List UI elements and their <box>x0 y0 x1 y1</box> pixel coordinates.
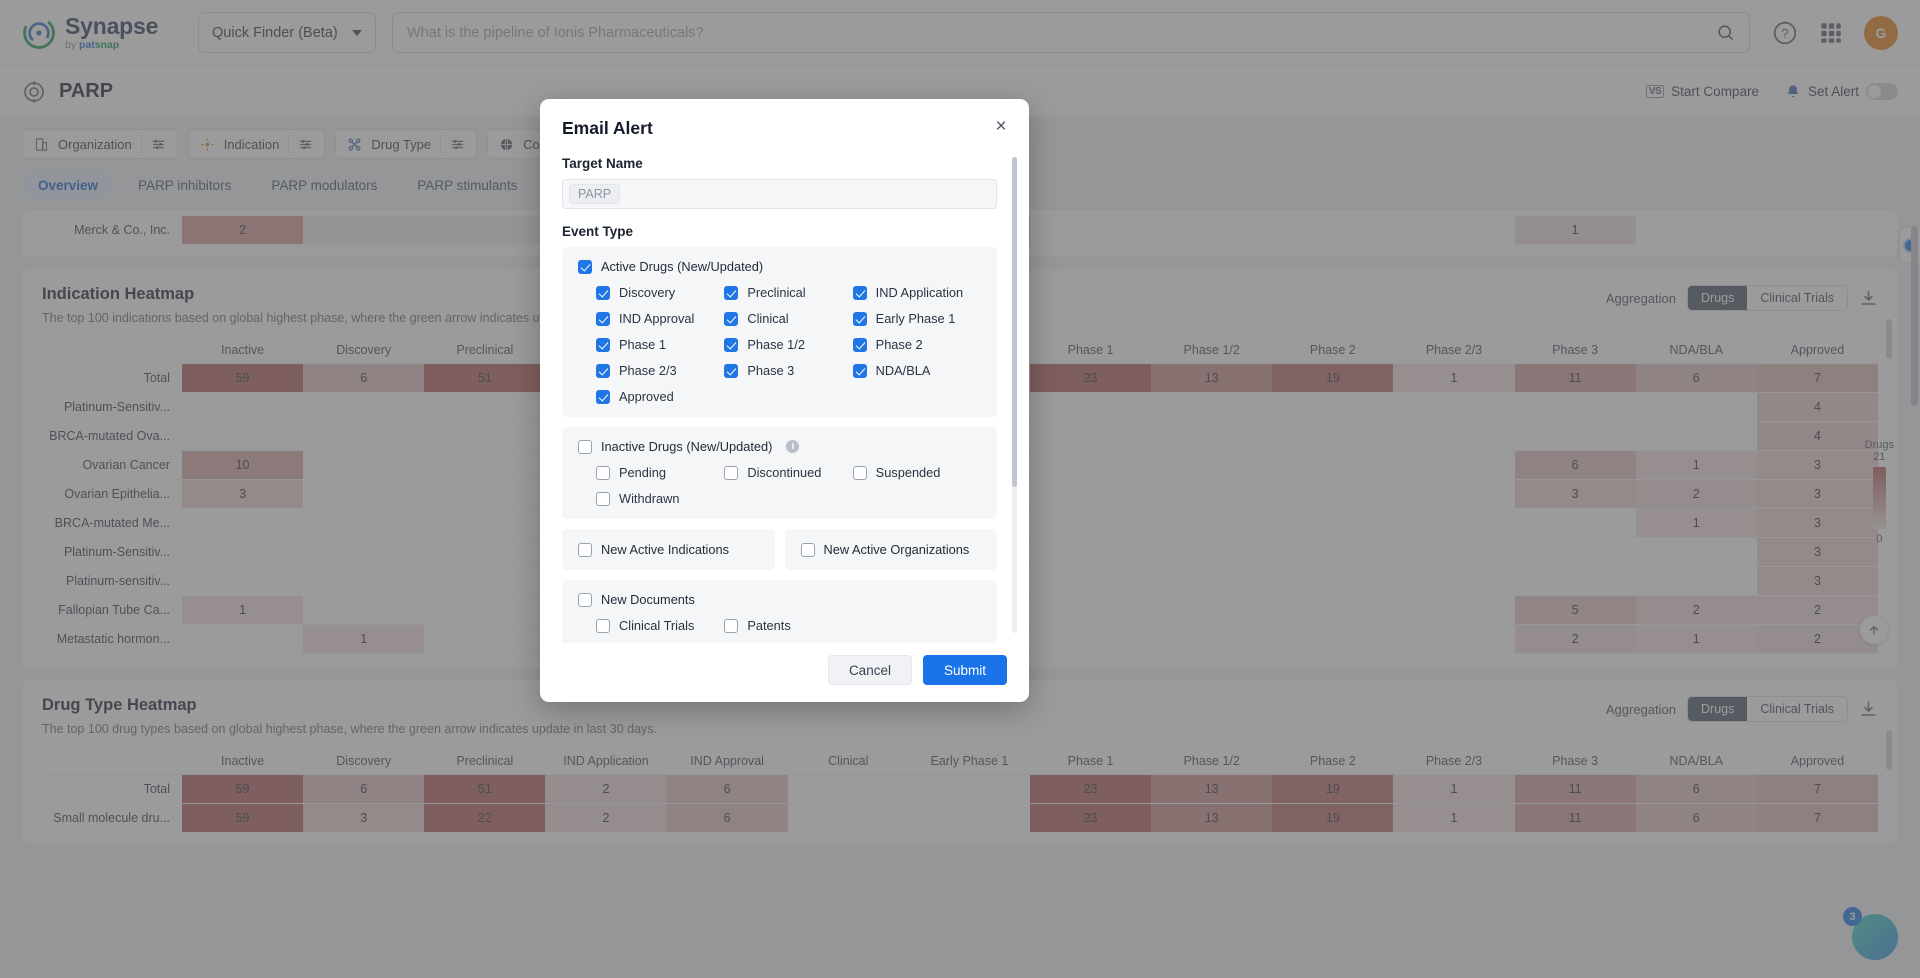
inactive-drugs-checkbox[interactable] <box>852 465 867 480</box>
active-drugs-parent-checkbox-row[interactable]: Active Drugs (New/Updated) <box>578 259 981 274</box>
active-drugs-checkbox[interactable] <box>724 311 739 326</box>
active-drugs-option-row[interactable]: Early Phase 1 <box>852 311 981 326</box>
inactive-drugs-checkbox[interactable] <box>596 465 610 480</box>
modal-scrollbar-thumb[interactable] <box>1012 157 1017 487</box>
submit-button[interactable]: Submit <box>922 655 1007 685</box>
active-drugs-checkbox[interactable] <box>596 389 610 404</box>
inactive-drugs-options-grid: Pending Discontinued Suspended Withdrawn <box>578 465 981 506</box>
event-type-label: Event Type <box>562 224 634 239</box>
modal-scroll-area[interactable]: Target Name PARP Event Type Active Drugs… <box>562 156 1007 643</box>
new-documents-label: New Documents <box>601 592 695 607</box>
new-active-row: New Active Indications New Active Organi… <box>562 529 997 570</box>
active-drugs-option-label: Clinical <box>747 311 789 326</box>
active-drugs-option-row[interactable]: Clinical <box>724 311 852 326</box>
new-documents-group: New Documents Clinical Trials Patents <box>562 580 997 643</box>
active-drugs-label: Active Drugs (New/Updated) <box>601 259 764 274</box>
inactive-drugs-option-label: Withdrawn <box>619 491 680 506</box>
inactive-drugs-label: Inactive Drugs (New/Updated) <box>601 439 773 454</box>
new-active-organizations-checkbox[interactable] <box>800 542 815 557</box>
active-drugs-option-label: Discovery <box>619 285 676 300</box>
inactive-drugs-checkbox[interactable] <box>578 439 592 454</box>
email-alert-modal: Email Alert × Target Name PARP Event Typ… <box>540 99 1029 702</box>
active-drugs-group: Active Drugs (New/Updated) Discovery Prec… <box>562 247 997 417</box>
active-drugs-option-row[interactable]: IND Application <box>852 285 981 300</box>
cancel-button[interactable]: Cancel <box>827 655 912 685</box>
active-drugs-option-row[interactable]: Discovery <box>596 285 724 300</box>
new-active-indications-label: New Active Indications <box>601 542 730 557</box>
inactive-drugs-parent-checkbox-row[interactable]: Inactive Drugs (New/Updated) i <box>578 439 981 454</box>
target-name-label: Target Name <box>562 156 643 171</box>
active-drugs-option-label: IND Approval <box>619 311 695 326</box>
inactive-drugs-group: Inactive Drugs (New/Updated) i Pending Di… <box>562 427 997 519</box>
inactive-drugs-option-row[interactable]: Pending <box>596 465 724 480</box>
inactive-drugs-option-label: Suspended <box>875 465 941 480</box>
active-drugs-option-label: Phase 1/2 <box>747 337 805 352</box>
active-drugs-option-label: Approved <box>619 389 674 404</box>
active-drugs-option-label: IND Application <box>875 285 964 300</box>
active-drugs-option-row[interactable]: Phase 2 <box>852 337 981 352</box>
inactive-drugs-option-row[interactable]: Withdrawn <box>596 491 724 506</box>
modal-scrollbar[interactable] <box>1012 157 1017 633</box>
inactive-drugs-option-label: Discontinued <box>747 465 822 480</box>
active-drugs-checkbox[interactable] <box>724 337 739 352</box>
target-name-input[interactable]: PARP <box>562 179 997 209</box>
inactive-drugs-option-row[interactable]: Discontinued <box>724 465 852 480</box>
new-documents-parent-checkbox-row[interactable]: New Documents <box>578 592 981 607</box>
active-drugs-option-label: Phase 1 <box>619 337 666 352</box>
active-drugs-options-grid: Discovery Preclinical IND Application IND A… <box>578 285 981 404</box>
modal-header: Email Alert × <box>540 99 1029 139</box>
new-documents-option-row[interactable]: Clinical Trials <box>596 618 724 633</box>
new-documents-checkbox[interactable] <box>578 592 592 607</box>
active-drugs-option-row[interactable]: Phase 2/3 <box>596 363 724 378</box>
active-drugs-checkbox[interactable] <box>852 337 867 352</box>
new-documents-checkbox[interactable] <box>596 618 610 633</box>
active-drugs-option-label: Phase 3 <box>747 363 795 378</box>
info-icon[interactable]: i <box>786 440 800 453</box>
active-drugs-option-row[interactable]: Approved <box>596 389 724 404</box>
active-drugs-option-label: NDA/BLA <box>875 363 931 378</box>
active-drugs-checkbox[interactable] <box>724 363 739 378</box>
active-drugs-checkbox[interactable] <box>596 285 610 300</box>
active-drugs-checkbox[interactable] <box>852 311 867 326</box>
new-active-organizations-box[interactable]: New Active Organizations <box>784 529 997 570</box>
active-drugs-checkbox[interactable] <box>724 285 739 300</box>
active-drugs-checkbox[interactable] <box>596 363 610 378</box>
new-documents-option-label: Patents <box>747 618 791 633</box>
active-drugs-checkbox[interactable] <box>578 259 592 274</box>
modal-footer: Cancel Submit <box>540 643 1029 702</box>
inactive-drugs-option-row[interactable]: Suspended <box>852 465 981 480</box>
inactive-drugs-option-label: Pending <box>619 465 666 480</box>
active-drugs-option-label: Preclinical <box>747 285 806 300</box>
target-name-tag: PARP <box>569 184 621 204</box>
active-drugs-option-row[interactable]: IND Approval <box>596 311 724 326</box>
new-active-organizations-label: New Active Organizations <box>823 542 970 557</box>
active-drugs-checkbox[interactable] <box>852 363 867 378</box>
close-icon[interactable]: × <box>991 117 1011 138</box>
active-drugs-option-row[interactable]: NDA/BLA <box>852 363 981 378</box>
active-drugs-option-row[interactable]: Phase 3 <box>724 363 852 378</box>
active-drugs-option-label: Phase 2 <box>875 337 923 352</box>
active-drugs-checkbox[interactable] <box>852 285 867 300</box>
active-drugs-option-label: Phase 2/3 <box>619 363 677 378</box>
modal-title: Email Alert <box>562 118 653 138</box>
new-documents-option-row[interactable]: Patents <box>724 618 852 633</box>
modal-body: Target Name PARP Event Type Active Drugs… <box>540 139 1029 643</box>
active-drugs-option-row[interactable]: Preclinical <box>724 285 852 300</box>
new-documents-options-grid: Clinical Trials Patents <box>578 618 981 633</box>
active-drugs-option-label: Early Phase 1 <box>875 311 956 326</box>
inactive-drugs-checkbox[interactable] <box>596 491 610 506</box>
new-active-indications-box[interactable]: New Active Indications <box>562 529 775 570</box>
new-documents-option-label: Clinical Trials <box>619 618 695 633</box>
inactive-drugs-checkbox[interactable] <box>724 465 739 480</box>
active-drugs-option-row[interactable]: Phase 1/2 <box>724 337 852 352</box>
active-drugs-checkbox[interactable] <box>596 311 610 326</box>
active-drugs-checkbox[interactable] <box>596 337 610 352</box>
new-documents-checkbox[interactable] <box>724 618 739 633</box>
new-active-indications-checkbox[interactable] <box>578 542 592 557</box>
active-drugs-option-row[interactable]: Phase 1 <box>596 337 724 352</box>
